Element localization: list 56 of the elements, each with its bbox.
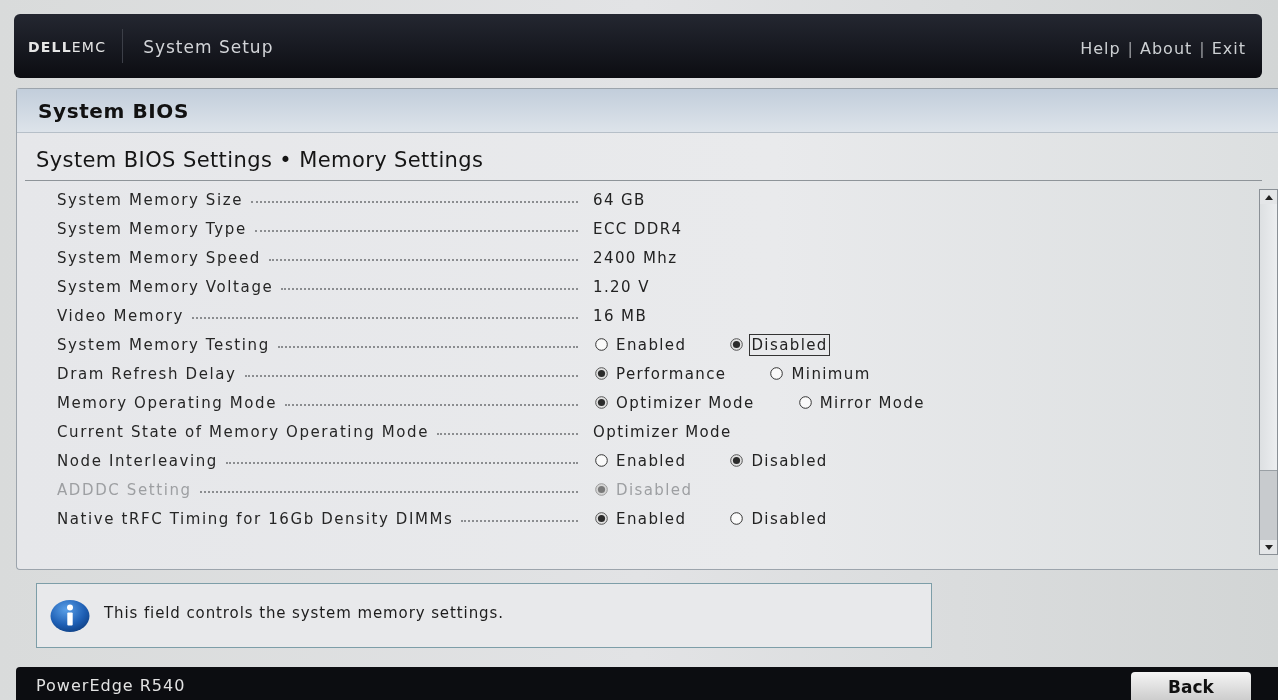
header-link[interactable]: Help (1080, 38, 1121, 58)
setting-label: Node Interleaving (57, 451, 218, 470)
radio-button[interactable] (730, 338, 744, 351)
radio-button[interactable] (595, 512, 608, 525)
setting-label: System Memory Speed (57, 248, 261, 267)
model-name: PowerEdge R540 (36, 675, 186, 695)
setting-value: 1.20 V (593, 278, 650, 296)
radio-button[interactable] (770, 367, 784, 380)
breadcrumb-title: System BIOS Settings • Memory Settings (36, 148, 484, 172)
scrollbar-thumb[interactable] (1260, 204, 1277, 471)
back-button[interactable]: Back (1131, 672, 1251, 700)
radio-button[interactable] (730, 454, 744, 467)
option-label[interactable]: Performance (614, 362, 729, 385)
setting-label: System Memory Testing (57, 335, 270, 354)
setting-value: Optimizer Mode (593, 423, 732, 441)
section-title: System BIOS (38, 98, 189, 123)
setting-label: System Memory Voltage (57, 277, 274, 296)
option-label[interactable]: Mirror Mode (817, 391, 927, 414)
app-title: System Setup (143, 36, 274, 57)
setting-label: System Memory Type (57, 219, 247, 238)
option-label[interactable]: Minimum (789, 362, 873, 385)
option-label[interactable]: Disabled (749, 333, 830, 356)
scroll-up-button[interactable] (1260, 190, 1277, 204)
setting-label: System Memory Size (57, 190, 244, 209)
up-arrow-icon (1264, 194, 1273, 200)
setting-label: Dram Refresh Delay (57, 364, 237, 383)
radio-button[interactable] (595, 338, 608, 351)
setting-label: ADDDC Setting (57, 480, 192, 499)
setting-value: 2400 Mhz (593, 249, 678, 267)
setting-value: 16 MB (593, 307, 648, 325)
setting-label: Video Memory (57, 306, 184, 325)
option-label[interactable]: Enabled (614, 333, 689, 356)
option-label[interactable]: Disabled (749, 449, 830, 472)
radio-button[interactable] (595, 367, 608, 380)
scroll-down-button[interactable] (1260, 540, 1277, 554)
option-label[interactable]: Disabled (749, 507, 830, 530)
radio-button[interactable] (595, 396, 608, 409)
radio-button[interactable] (595, 454, 608, 467)
option-label[interactable]: Enabled (614, 507, 689, 530)
setting-label: Native tRFC Timing for 16Gb Density DIMMs (57, 509, 454, 528)
radio-button[interactable] (798, 396, 812, 409)
down-arrow-icon (1264, 544, 1273, 550)
help-text: This field controls the system memory settings. (104, 603, 504, 622)
setting-label: Current State of Memory Operating Mode (57, 422, 429, 441)
option-label[interactable]: Optimizer Mode (614, 391, 757, 414)
link-separator: | (1127, 38, 1133, 58)
setting-value: 64 GB (593, 191, 646, 209)
header-link[interactable]: About (1140, 38, 1193, 58)
logo-text: DELLEMC (28, 38, 107, 55)
radio-button[interactable] (730, 512, 744, 525)
option-label[interactable]: Enabled (614, 449, 689, 472)
link-separator: | (1199, 38, 1205, 58)
header-link[interactable]: Exit (1211, 38, 1246, 58)
setting-value: ECC DDR4 (593, 220, 683, 238)
setting-label: Memory Operating Mode (57, 393, 277, 412)
scrollbar[interactable] (1259, 189, 1278, 555)
